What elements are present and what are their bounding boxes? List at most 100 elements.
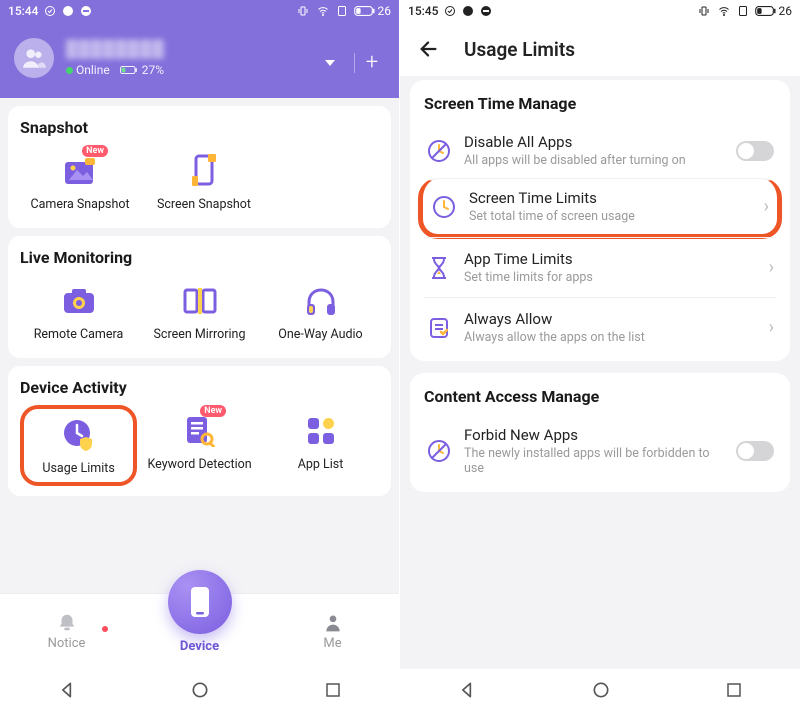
battery-icon: 26 (354, 4, 392, 18)
item-title: Always Allow (464, 310, 753, 328)
status-bar: 15:44 26 (0, 0, 399, 22)
tile-label: Screen Snapshot (157, 197, 251, 212)
battery-icon: 26 (755, 4, 793, 18)
device-name: ████████ (66, 39, 165, 59)
item-subtitle: Set total time of screen usage (469, 209, 748, 224)
nav-home-icon[interactable] (591, 680, 611, 700)
notification-dot (102, 626, 108, 632)
vibrate-icon (296, 5, 310, 17)
page-header: Usage Limits (400, 22, 800, 76)
device-battery: 27% (120, 63, 164, 77)
item-title: App Time Limits (464, 250, 753, 268)
content-scroll: Screen Time Manage Disable All Apps All … (400, 76, 800, 669)
chevron-right-icon: › (769, 317, 774, 338)
page-title: Usage Limits (464, 38, 575, 61)
tile-camera-snapshot[interactable]: New Camera Snapshot (20, 145, 140, 218)
clock-icon (431, 194, 457, 220)
item-app-time-limits[interactable]: App Time Limits Set time limits for apps… (424, 237, 776, 297)
mirror-icon (180, 281, 220, 321)
bottom-tab-bar: Notice Device Me (0, 593, 399, 669)
chevron-right-icon: › (764, 196, 769, 217)
section-device-activity: Device Activity Usage Limits New Keyword… (8, 366, 391, 496)
tile-label: Keyword Detection (148, 457, 252, 472)
headphones-icon (301, 281, 341, 321)
section-snapshot: Snapshot New Camera Snapshot Screen Snap… (8, 106, 391, 228)
back-button[interactable] (418, 38, 440, 60)
item-always-allow[interactable]: Always Allow Always allow the apps on th… (424, 297, 776, 357)
doc-search-icon (180, 411, 220, 451)
tab-me[interactable]: Me (268, 612, 398, 651)
grid-icon (301, 411, 341, 451)
section-live-monitoring: Live Monitoring Remote Camera Screen Mir… (8, 236, 391, 358)
tab-label: Notice (48, 636, 86, 651)
header-dropdown[interactable] (324, 58, 354, 68)
section-title: Live Monitoring (20, 248, 379, 267)
person-icon (323, 612, 343, 634)
tile-usage-limits[interactable]: Usage Limits (20, 405, 137, 486)
checklist-icon (426, 315, 452, 341)
tile-label: App List (298, 457, 344, 472)
item-subtitle: All apps will be disabled after turning … (464, 153, 724, 168)
status-check-icon (444, 5, 456, 17)
nav-recent-icon[interactable] (324, 681, 342, 699)
status-dnd-icon (80, 5, 92, 17)
tile-screen-mirroring[interactable]: Screen Mirroring (141, 275, 258, 348)
sim-icon (336, 5, 348, 17)
android-nav-bar (0, 669, 399, 711)
new-badge: New (200, 405, 226, 417)
section-title: Device Activity (20, 378, 379, 397)
device-header: ████████ Online 27% + (0, 22, 399, 98)
nav-recent-icon[interactable] (725, 681, 743, 699)
screencap-icon (184, 151, 224, 191)
tab-label: Me (323, 636, 341, 651)
item-subtitle: The newly installed apps will be forbidd… (464, 446, 724, 476)
tab-device[interactable]: Device (135, 609, 265, 654)
device-fab[interactable] (168, 570, 232, 634)
tile-app-list[interactable]: App List (262, 405, 379, 486)
screen-device-home: 15:44 26 (0, 0, 400, 711)
group-screen-time-manage: Screen Time Manage Disable All Apps All … (410, 80, 790, 361)
screen-usage-limits: 15:45 26 Usage Limits Screen Time Manage (400, 0, 800, 711)
tab-notice[interactable]: Notice (2, 612, 132, 651)
tile-one-way-audio[interactable]: One-Way Audio (262, 275, 379, 348)
toggle-switch[interactable] (736, 441, 774, 461)
wifi-icon (717, 5, 731, 17)
status-time: 15:44 (8, 4, 38, 18)
item-title: Screen Time Limits (469, 189, 748, 207)
nav-back-icon[interactable] (457, 680, 477, 700)
bell-icon (56, 612, 78, 634)
avatar[interactable] (14, 38, 54, 78)
status-user-icon (462, 5, 474, 17)
tile-remote-camera[interactable]: Remote Camera (20, 275, 137, 348)
hourglass-icon (426, 255, 452, 281)
online-status: Online (66, 63, 110, 77)
status-time: 15:45 (408, 4, 438, 18)
tab-label: Device (180, 639, 219, 654)
battery-value: 26 (378, 4, 392, 18)
clock-slash-icon (426, 138, 452, 164)
tile-keyword-detection[interactable]: New Keyword Detection (141, 405, 258, 486)
section-title: Snapshot (20, 118, 379, 137)
group-content-access-manage: Content Access Manage Forbid New Apps Th… (410, 373, 790, 492)
item-disable-all-apps[interactable]: Disable All Apps All apps will be disabl… (424, 121, 776, 180)
new-badge: New (82, 145, 108, 157)
toggle-switch[interactable] (736, 141, 774, 161)
content-scroll: Snapshot New Camera Snapshot Screen Snap… (0, 98, 399, 593)
photo-icon (60, 151, 100, 191)
item-forbid-new-apps[interactable]: Forbid New Apps The newly installed apps… (424, 414, 776, 488)
add-device-button[interactable]: + (355, 50, 389, 75)
nav-back-icon[interactable] (57, 680, 77, 700)
item-subtitle: Set time limits for apps (464, 270, 753, 285)
item-title: Disable All Apps (464, 133, 724, 151)
vibrate-icon (697, 5, 711, 17)
tile-label: Usage Limits (42, 461, 114, 476)
nav-home-icon[interactable] (190, 680, 210, 700)
status-user-icon (62, 5, 74, 17)
status-check-icon (44, 5, 56, 17)
camera-icon (59, 281, 99, 321)
item-screen-time-limits[interactable]: Screen Time Limits Set total time of scr… (418, 178, 782, 239)
tile-label: Camera Snapshot (30, 197, 129, 212)
clock-shield-icon (59, 415, 99, 455)
tile-screen-snapshot[interactable]: Screen Snapshot (144, 145, 264, 218)
tile-label: Remote Camera (34, 327, 124, 342)
